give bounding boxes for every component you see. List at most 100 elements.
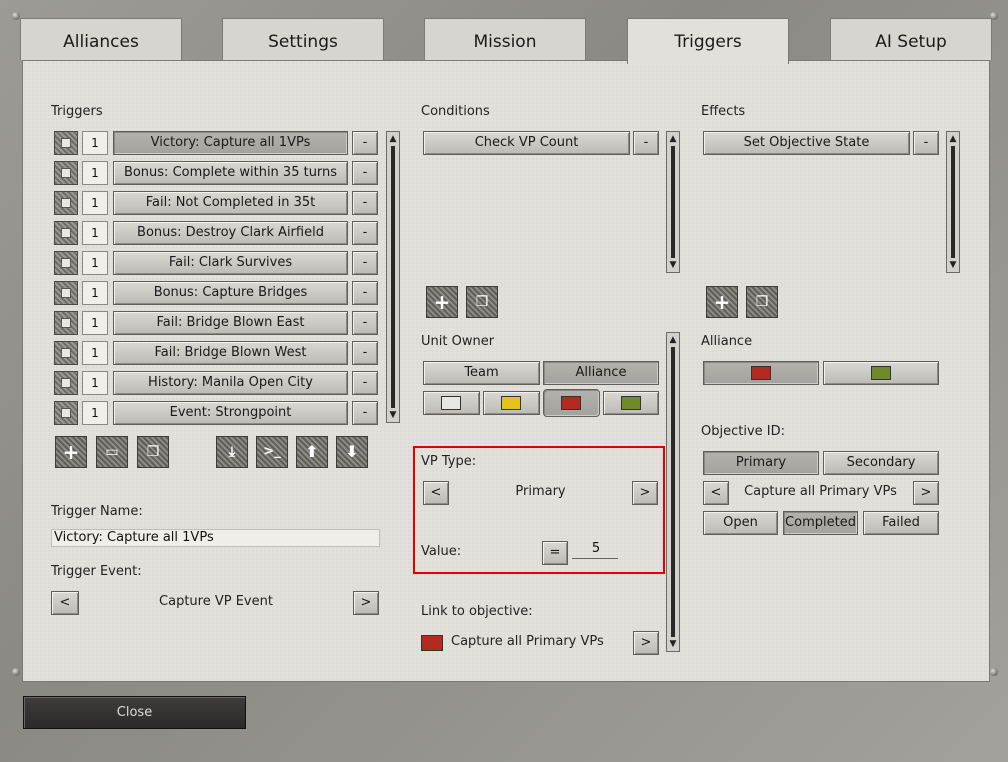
scroll-down-icon[interactable]: ▼ [668, 638, 678, 650]
remove-trigger-button[interactable]: - [352, 221, 378, 245]
scroll-up-icon[interactable]: ▲ [668, 133, 678, 145]
copy-trigger-button[interactable]: ❐ [137, 436, 169, 468]
alliance-color-red-button[interactable] [703, 361, 819, 385]
trigger-count[interactable]: 1 [82, 311, 108, 335]
tab-mission[interactable]: Mission [424, 18, 586, 60]
copy-condition-button[interactable]: ❐ [466, 286, 498, 318]
trigger-name-input[interactable]: Victory: Capture all 1VPs [51, 529, 380, 547]
objective-next-button[interactable]: > [913, 481, 939, 505]
trigger-count[interactable]: 1 [82, 161, 108, 185]
trigger-enable-checkbox[interactable] [54, 311, 78, 335]
trigger-item[interactable]: Bonus: Complete within 35 turns [113, 161, 348, 185]
move-down-button[interactable]: ⬇ [336, 436, 368, 468]
scroll-track[interactable] [671, 146, 675, 258]
objective-completed-button[interactable]: Completed [783, 511, 858, 535]
add-condition-button[interactable]: + [426, 286, 458, 318]
add-trigger-button[interactable]: + [55, 436, 87, 468]
vp-type-next-button[interactable]: > [632, 481, 658, 505]
trigger-enable-checkbox[interactable] [54, 131, 78, 155]
remove-trigger-button[interactable]: - [352, 131, 378, 155]
scroll-track[interactable] [391, 146, 395, 408]
remove-trigger-button[interactable]: - [352, 341, 378, 365]
scroll-down-icon[interactable]: ▼ [668, 259, 678, 271]
trigger-item[interactable]: Victory: Capture all 1VPs [113, 131, 348, 155]
remove-trigger-button[interactable]: - [352, 311, 378, 335]
trigger-enable-checkbox[interactable] [54, 161, 78, 185]
import-button[interactable]: ⤓ [216, 436, 248, 468]
objective-secondary-button[interactable]: Secondary [823, 451, 939, 475]
trigger-item[interactable]: Fail: Not Completed in 35t [113, 191, 348, 215]
scroll-down-icon[interactable]: ▼ [948, 259, 958, 271]
conditions-scrollbar[interactable]: ▲ ▼ [666, 131, 680, 273]
trigger-enable-checkbox[interactable] [54, 221, 78, 245]
objective-open-button[interactable]: Open [703, 511, 778, 535]
tab-triggers[interactable]: Triggers [627, 18, 789, 64]
scroll-up-icon[interactable]: ▲ [948, 133, 958, 145]
value-operator-button[interactable]: = [542, 541, 568, 565]
remove-trigger-button[interactable]: - [352, 401, 378, 425]
remove-trigger-button[interactable]: - [352, 161, 378, 185]
tab-alliances[interactable]: Alliances [20, 18, 182, 60]
scroll-up-icon[interactable]: ▲ [388, 133, 398, 145]
trigger-enable-checkbox[interactable] [54, 401, 78, 425]
owner-color-yellow-button[interactable] [483, 391, 540, 415]
add-effect-button[interactable]: + [706, 286, 738, 318]
remove-trigger-button[interactable]: - [352, 281, 378, 305]
trigger-list-scrollbar[interactable]: ▲ ▼ [386, 131, 400, 423]
remove-effect-button[interactable]: - [913, 131, 939, 155]
trigger-enable-checkbox[interactable] [54, 341, 78, 365]
objective-primary-button[interactable]: Primary [703, 451, 819, 475]
remove-trigger-button[interactable]: - [352, 191, 378, 215]
remove-condition-button[interactable]: - [633, 131, 659, 155]
scroll-track[interactable] [671, 347, 675, 637]
trigger-item[interactable]: Event: Strongpoint [113, 401, 348, 425]
trigger-count[interactable]: 1 [82, 401, 108, 425]
scroll-up-icon[interactable]: ▲ [668, 334, 678, 346]
trigger-enable-checkbox[interactable] [54, 281, 78, 305]
objective-failed-button[interactable]: Failed [863, 511, 939, 535]
trigger-item[interactable]: Fail: Bridge Blown East [113, 311, 348, 335]
trigger-item[interactable]: Fail: Bridge Blown West [113, 341, 348, 365]
trigger-item[interactable]: History: Manila Open City [113, 371, 348, 395]
owner-color-green-button[interactable] [603, 391, 659, 415]
move-up-button[interactable]: ⬆ [296, 436, 328, 468]
scroll-track[interactable] [951, 146, 955, 258]
remove-trigger-button[interactable]: - [352, 371, 378, 395]
remove-trigger-button[interactable]: - [352, 251, 378, 275]
owner-color-red-button[interactable] [543, 389, 600, 417]
trigger-count[interactable]: 1 [82, 251, 108, 275]
effects-scrollbar[interactable]: ▲ ▼ [946, 131, 960, 273]
tab-ai-setup[interactable]: AI Setup [830, 18, 992, 60]
trigger-count[interactable]: 1 [82, 191, 108, 215]
copy-effect-button[interactable]: ❐ [746, 286, 778, 318]
owner-color-white-button[interactable] [423, 391, 480, 415]
trigger-item[interactable]: Bonus: Capture Bridges [113, 281, 348, 305]
trigger-enable-checkbox[interactable] [54, 371, 78, 395]
trigger-count[interactable]: 1 [82, 131, 108, 155]
close-button[interactable]: Close [23, 696, 246, 729]
console-button[interactable]: >_ [256, 436, 288, 468]
alliance-color-green-button[interactable] [823, 361, 939, 385]
trigger-event-next-button[interactable]: > [353, 591, 379, 615]
effect-item[interactable]: Set Objective State [703, 131, 910, 155]
trigger-count[interactable]: 1 [82, 371, 108, 395]
trigger-count[interactable]: 1 [82, 281, 108, 305]
conditions-detail-scrollbar[interactable]: ▲ ▼ [666, 332, 680, 652]
vp-type-prev-button[interactable]: < [423, 481, 449, 505]
value-input[interactable]: 5 [572, 541, 618, 559]
link-objective-next-button[interactable]: > [633, 631, 659, 655]
trigger-item[interactable]: Fail: Clark Survives [113, 251, 348, 275]
team-button[interactable]: Team [423, 361, 540, 385]
alliance-button[interactable]: Alliance [543, 361, 659, 385]
condition-item[interactable]: Check VP Count [423, 131, 630, 155]
trigger-count[interactable]: 1 [82, 341, 108, 365]
trigger-item[interactable]: Bonus: Destroy Clark Airfield [113, 221, 348, 245]
trigger-enable-checkbox[interactable] [54, 191, 78, 215]
folder-button[interactable]: ▭ [96, 436, 128, 468]
trigger-event-prev-button[interactable]: < [51, 591, 79, 615]
trigger-enable-checkbox[interactable] [54, 251, 78, 275]
scroll-down-icon[interactable]: ▼ [388, 409, 398, 421]
trigger-count[interactable]: 1 [82, 221, 108, 245]
objective-prev-button[interactable]: < [703, 481, 729, 505]
tab-settings[interactable]: Settings [222, 18, 384, 60]
